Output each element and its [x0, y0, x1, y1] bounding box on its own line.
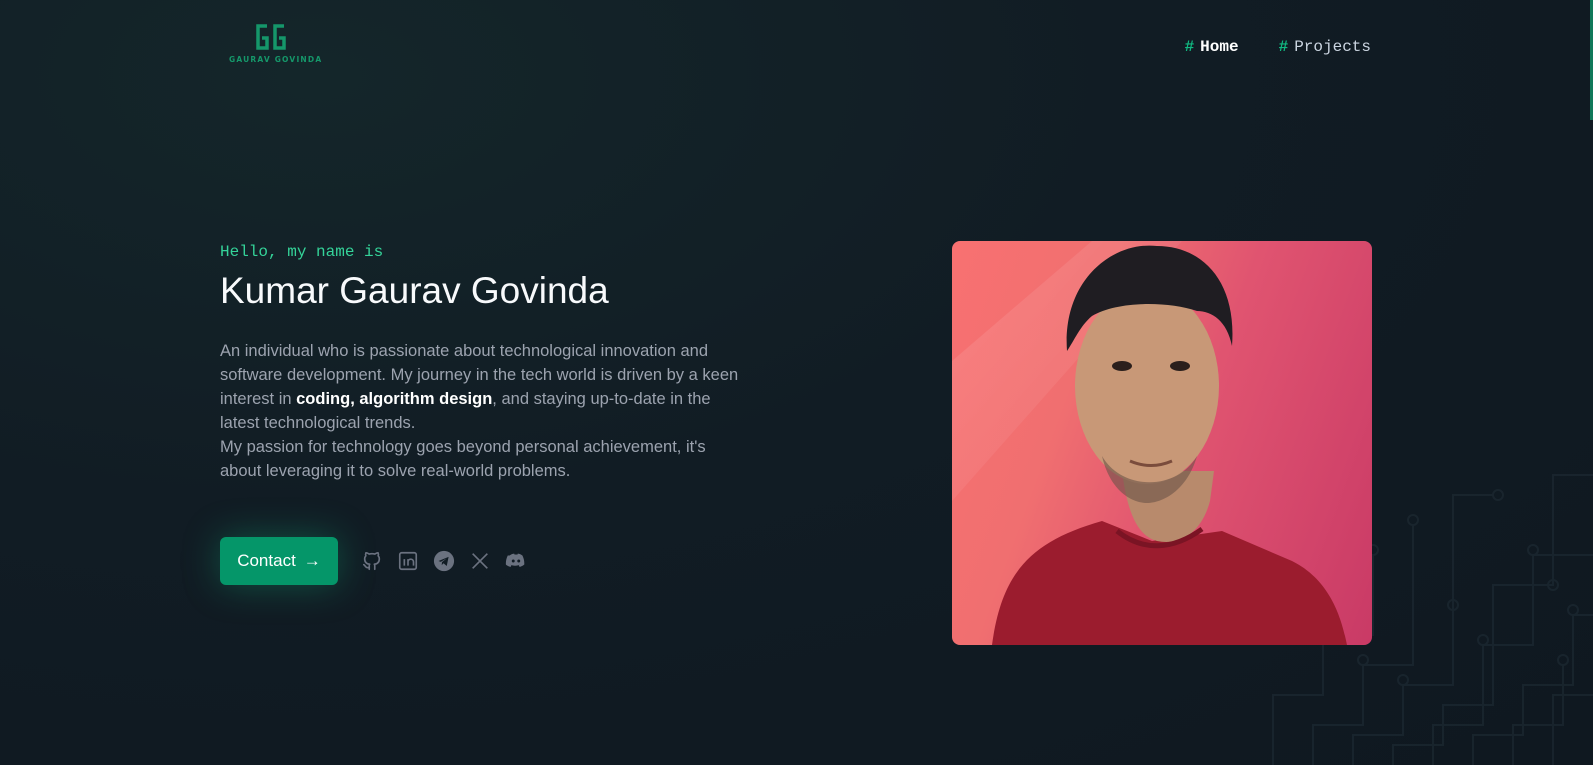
- github-icon[interactable]: [360, 549, 384, 573]
- hero-name: Kumar Gaurav Govinda: [220, 270, 609, 311]
- brand-name: GAURAV GOVINDA: [229, 55, 323, 64]
- greeting: Hello, my name is: [220, 243, 384, 261]
- arrow-right-icon: →: [303, 551, 321, 570]
- bio-text-3: My passion for technology goes beyond pe…: [220, 438, 706, 481]
- bio: An individual who is passionate about te…: [220, 339, 740, 483]
- telegram-icon[interactable]: [432, 549, 456, 573]
- hero-section: Hello, my name is Kumar Gaurav Govinda A…: [220, 243, 740, 483]
- contact-label: Contact: [237, 551, 296, 570]
- hero-actions: Contact →: [220, 537, 528, 585]
- nav-projects-hash: #: [1278, 38, 1289, 56]
- portrait-illustration: [952, 241, 1347, 645]
- nav-home-label: Home: [1200, 38, 1239, 56]
- nav-home-hash: #: [1184, 38, 1195, 56]
- nav-projects-label: Projects: [1294, 38, 1371, 56]
- x-icon[interactable]: [468, 549, 492, 573]
- discord-icon[interactable]: [504, 549, 528, 573]
- nav-projects[interactable]: # Projects: [1279, 38, 1371, 56]
- site-header: GAURAV GOVINDA # Home # Projects: [0, 0, 1593, 96]
- brand-logo[interactable]: GAURAV GOVINDA: [229, 22, 323, 64]
- gg-monogram-icon: [256, 24, 286, 50]
- social-links: [360, 549, 528, 573]
- profile-photo: [952, 241, 1372, 645]
- contact-button[interactable]: Contact →: [220, 537, 338, 585]
- main-nav: # Home # Projects: [1185, 38, 1371, 56]
- nav-home[interactable]: # Home: [1185, 38, 1239, 56]
- linkedin-icon[interactable]: [396, 549, 420, 573]
- bio-highlight: coding, algorithm design: [296, 390, 493, 409]
